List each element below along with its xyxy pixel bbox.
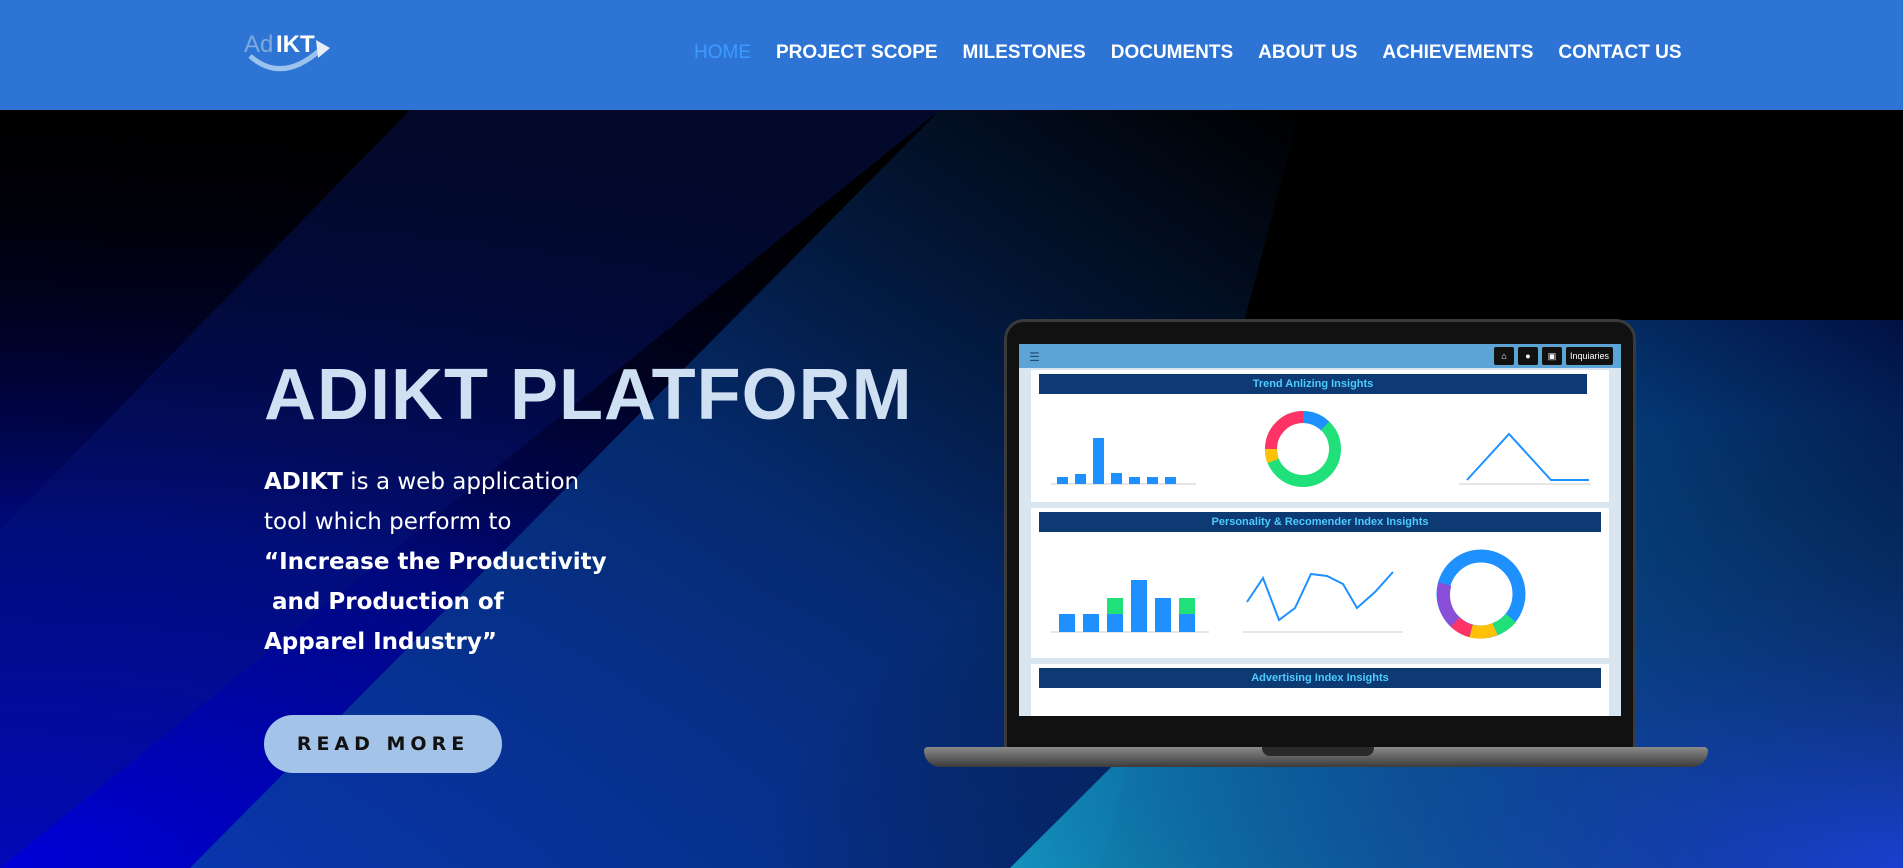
home-icon: ⌂ [1493,347,1514,365]
brand-name: ADIKT [264,469,343,495]
quote-line-3: Apparel Industry” [264,629,497,655]
read-more-button[interactable]: READ MORE [264,715,502,773]
hero-title: ADIKT PLATFORM [264,355,913,435]
intro-line-1: is a web application [342,469,580,495]
laptop-mockup: ☰ ⌂ ● ▣ Inquiaries Trend Anlizing Insigh… [924,319,1708,779]
personality-charts [1051,549,1526,639]
personality-panel-title: Personality & Recomender Index Insights [1039,512,1601,532]
nav-project-scope[interactable]: PROJECT SCOPE [776,42,938,64]
laptop-lid: ☰ ⌂ ● ▣ Inquiaries Trend Anlizing Insigh… [1004,319,1636,751]
laptop-notch [1262,747,1374,756]
dashboard-toolbar: ☰ ⌂ ● ▣ Inquiaries [1019,344,1621,368]
nav-about-us[interactable]: ABOUT US [1258,42,1357,64]
site-logo[interactable]: Ad IKT [242,26,334,76]
hero-description: ADIKT is a web application tool which pe… [264,462,664,662]
trend-panel-title: Trend Anlizing Insights [1039,374,1587,394]
trend-bar-chart [1051,438,1196,485]
trend-charts [1051,411,1591,487]
personality-donut-chart [1436,549,1526,639]
trend-donut-chart [1265,411,1341,487]
nav-milestones[interactable]: MILESTONES [963,42,1086,64]
advertising-panel: Advertising Index Insights [1031,664,1609,716]
trend-panel: Trend Anlizing Insights [1031,370,1609,502]
svg-text:Ad: Ad [244,31,273,58]
site-header: Ad IKT HOME PROJECT SCOPE MILESTONES DOC… [0,0,1903,110]
menu-icon: ☰ [1029,350,1040,364]
personality-panel: Personality & Recomender Index Insights [1031,508,1609,658]
quote-line-1: “Increase the Productivity [264,549,607,575]
personality-bar-chart [1051,580,1209,633]
nav-home[interactable]: HOME [694,42,751,64]
image-icon: ▣ [1541,347,1562,365]
advertising-panel-title: Advertising Index Insights [1039,668,1601,688]
dashboard-screenshot: ☰ ⌂ ● ▣ Inquiaries Trend Anlizing Insigh… [1019,344,1621,716]
inquiries-button: Inquiaries [1565,347,1613,365]
quote-line-2: and Production of [264,589,504,615]
personality-line-chart [1243,571,1403,633]
settings-icon: ● [1517,347,1538,365]
trend-line-chart [1459,432,1591,485]
nav-contact-us[interactable]: CONTACT US [1558,42,1681,64]
nav-achievements[interactable]: ACHIEVEMENTS [1382,42,1533,64]
svg-text:IKT: IKT [276,31,315,58]
main-nav: HOME PROJECT SCOPE MILESTONES DOCUMENTS … [694,42,1682,64]
hero-section: ADIKT PLATFORM ADIKT is a web applicatio… [0,110,1903,868]
nav-documents[interactable]: DOCUMENTS [1111,42,1233,64]
intro-line-2: tool which perform to [264,509,512,535]
